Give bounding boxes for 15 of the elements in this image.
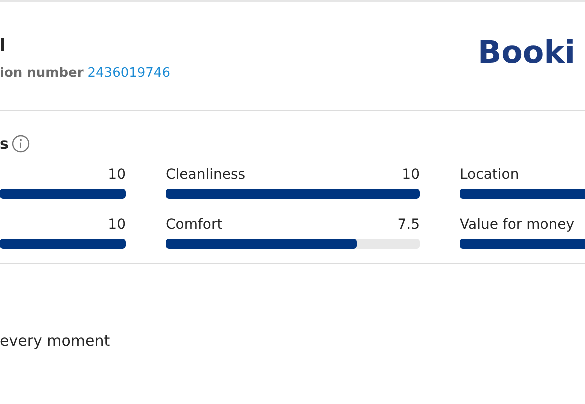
reservation-label: ion number	[0, 66, 84, 80]
scores-heading: s	[0, 135, 9, 153]
hotel-name: l	[0, 36, 6, 56]
score-value: 7.5	[398, 217, 420, 233]
score-label: Cleanliness	[166, 167, 246, 183]
score-label: Location	[460, 167, 520, 183]
score-label: Value for money	[460, 217, 575, 233]
logo: Booki	[478, 35, 576, 71]
score-value: 10	[108, 167, 126, 183]
reservation-number-link[interactable]: 2436019746	[88, 66, 170, 80]
score-value: 10	[402, 167, 420, 183]
score-value: 10	[108, 217, 126, 233]
tagline: every moment	[0, 332, 112, 350]
score-label: Comfort	[166, 217, 223, 233]
info-icon[interactable]	[12, 135, 30, 153]
